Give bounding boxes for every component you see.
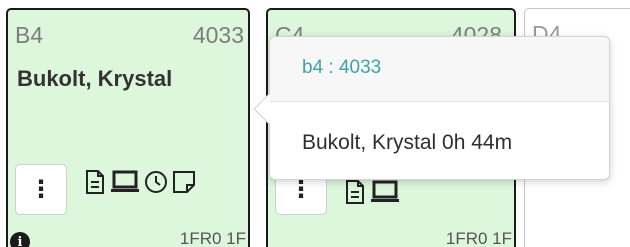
unit-code: 1FR0 1F [179, 229, 246, 247]
note-icon[interactable] [172, 170, 196, 194]
patient-popover: b4 : 4033 Bukolt, Krystal 0h 44m [253, 36, 610, 180]
document-icon[interactable] [344, 180, 366, 204]
unit-code: 1FR0 1F [445, 229, 512, 247]
clock-icon[interactable] [144, 170, 168, 194]
status-icons [84, 170, 196, 194]
more-options-button[interactable]: ⋮ [15, 164, 67, 215]
popover-title: b4 : 4033 [270, 37, 609, 102]
room-number: 4033 [192, 22, 244, 48]
bed-label: B4 [15, 22, 44, 48]
bed-card-b4[interactable]: B4 4033 Bukolt, Krystal ⋮ i 1FR0 1F [6, 8, 250, 247]
laptop-icon[interactable] [110, 170, 140, 194]
patient-name[interactable]: Bukolt, Krystal [17, 66, 172, 92]
bed-board: B4 4033 Bukolt, Krystal ⋮ i 1FR0 1F C4 4… [0, 0, 630, 247]
popover-body: Bukolt, Krystal 0h 44m [302, 131, 513, 154]
status-icons [344, 180, 400, 204]
laptop-icon[interactable] [370, 180, 400, 204]
document-icon[interactable] [84, 170, 106, 194]
info-icon[interactable]: i [10, 232, 30, 247]
